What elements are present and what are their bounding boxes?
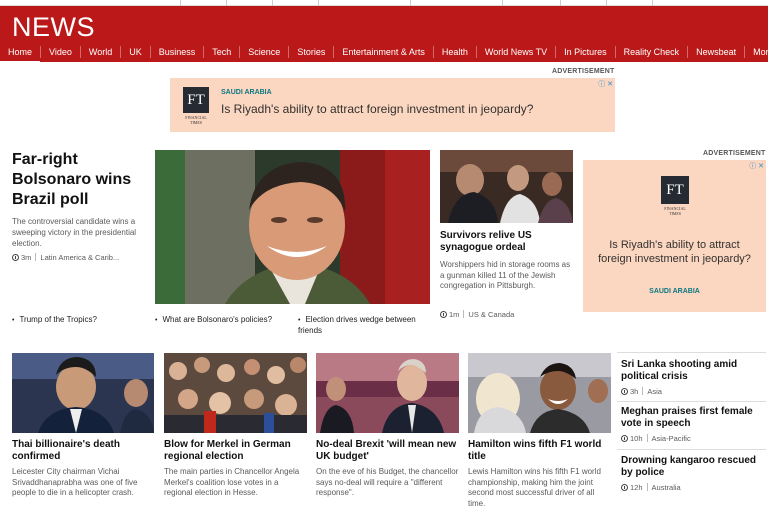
side-ad-headline[interactable]: Is Riyadh's ability to attract foreign in…: [583, 238, 766, 266]
side-ad-close-icon[interactable]: ⓘ ✕: [749, 161, 764, 171]
list-headline[interactable]: Meghan praises first female vote in spee…: [621, 406, 766, 430]
brexit-summary: On the eve of his Budget, the chancellor…: [316, 467, 459, 497]
lead-section-link[interactable]: Latin America & Carib...: [40, 253, 119, 262]
nav-health[interactable]: Health: [432, 46, 476, 58]
ft-logo: FT: [183, 87, 209, 113]
synagogue-photo[interactable]: [440, 150, 573, 223]
list-section-link[interactable]: Asia: [647, 387, 662, 396]
list-item-sri-lanka[interactable]: Sri Lanka shooting amid political crisis…: [621, 359, 766, 396]
ad-side[interactable]: FT FINANCIAL TIMES Is Riyadh's ability to…: [583, 160, 766, 312]
merkel-headline[interactable]: Blow for Merkel in German regional elect…: [164, 439, 307, 463]
masthead: NEWS Home Video World UK Business Tech S…: [0, 6, 768, 64]
clock-icon: [440, 311, 447, 318]
list-divider: [617, 401, 766, 402]
ad-banner[interactable]: FT FINANCIAL TIMES SAUDI ARABIA Is Riyadh…: [170, 78, 615, 132]
list-item-kangaroo[interactable]: Drowning kangaroo rescued by police 12h A…: [621, 455, 766, 492]
nav-stories[interactable]: Stories: [288, 46, 333, 58]
list-divider: [617, 449, 766, 450]
synagogue-section-link[interactable]: US & Canada: [468, 310, 514, 319]
thai-billionaire-summary: Leicester City chairman Vichai Srivaddha…: [12, 467, 138, 497]
ad-headline[interactable]: Is Riyadh's ability to attract foreign i…: [221, 102, 533, 116]
nav-business[interactable]: Business: [149, 46, 204, 58]
merkel-photo[interactable]: [164, 353, 307, 433]
clock-icon: [621, 484, 628, 491]
nav-home[interactable]: Home: [0, 46, 41, 64]
merkel-summary: The main parties in Chancellor Angela Me…: [164, 467, 300, 497]
list-meta: 3h Asia: [621, 387, 766, 396]
nav-more[interactable]: More ▾: [744, 46, 768, 58]
nav-newsbeat[interactable]: Newsbeat: [687, 46, 744, 58]
lead-headline[interactable]: Far-right Bolsonaro wins Brazil poll: [12, 150, 152, 210]
thai-billionaire-headline[interactable]: Thai billionaire's death confirmed: [12, 439, 154, 463]
list-meta: 12h Australia: [621, 483, 766, 492]
lead-photo[interactable]: [155, 150, 430, 304]
synagogue-summary: Worshippers hid in storage rooms as a gu…: [440, 260, 571, 290]
nav-in-pictures[interactable]: In Pictures: [555, 46, 615, 58]
ad-tag: SAUDI ARABIA: [221, 89, 272, 96]
side-ft-logo-caption: FINANCIAL TIMES: [664, 206, 686, 216]
lead-summary: The controversial candidate wins a sweep…: [12, 217, 137, 248]
side-ft-logo: FT: [661, 176, 689, 204]
lead-meta: 3m Latin America & Carib...: [12, 253, 119, 262]
related-link-trump[interactable]: Trump of the Tropics?: [12, 315, 97, 326]
ft-logo-caption: FINANCIAL TIMES: [185, 115, 207, 125]
thai-billionaire-photo[interactable]: [12, 353, 154, 433]
related-link-policies[interactable]: What are Bolsonaro's policies?: [155, 315, 272, 326]
list-divider: [617, 352, 766, 353]
side-advertisement-label: ADVERTISEMENT: [703, 150, 766, 157]
main-nav: Home Video World UK Business Tech Scienc…: [0, 42, 768, 64]
hamilton-summary: Lewis Hamilton wins his fifth F1 world c…: [468, 467, 601, 508]
hamilton-headline[interactable]: Hamilton wins fifth F1 world title: [468, 439, 611, 463]
synagogue-headline[interactable]: Survivors relive US synagogue ordeal: [440, 230, 573, 254]
nav-uk[interactable]: UK: [120, 46, 150, 58]
clock-icon: [621, 435, 628, 442]
list-section-link[interactable]: Asia-Pacific: [652, 434, 691, 443]
list-section-link[interactable]: Australia: [652, 483, 681, 492]
nav-world-news-tv[interactable]: World News TV: [475, 46, 555, 58]
list-headline[interactable]: Drowning kangaroo rescued by police: [621, 455, 766, 479]
clock-icon: [12, 254, 19, 261]
nav-entertainment-arts[interactable]: Entertainment & Arts: [333, 46, 433, 58]
ad-close-icon[interactable]: ⓘ ✕: [598, 79, 613, 89]
list-headline[interactable]: Sri Lanka shooting amid political crisis: [621, 359, 766, 383]
brexit-headline[interactable]: No-deal Brexit 'will mean new UK budget': [316, 439, 459, 463]
hamilton-photo[interactable]: [468, 353, 611, 433]
clock-icon: [621, 388, 628, 395]
related-link-election[interactable]: Election drives wedge between friends: [298, 315, 430, 336]
nav-tech[interactable]: Tech: [203, 46, 239, 58]
side-ad-tag: SAUDI ARABIA: [649, 288, 700, 295]
list-item-meghan[interactable]: Meghan praises first female vote in spee…: [621, 406, 766, 443]
nav-world[interactable]: World: [79, 46, 120, 58]
nav-science[interactable]: Science: [239, 46, 288, 58]
nav-reality-check[interactable]: Reality Check: [614, 46, 688, 58]
brexit-photo[interactable]: [316, 353, 459, 433]
news-logo[interactable]: NEWS: [12, 12, 95, 43]
list-meta: 10h Asia-Pacific: [621, 434, 766, 443]
nav-video[interactable]: Video: [40, 46, 80, 58]
synagogue-meta: 1m US & Canada: [440, 310, 514, 319]
advertisement-label: ADVERTISEMENT: [552, 68, 615, 75]
